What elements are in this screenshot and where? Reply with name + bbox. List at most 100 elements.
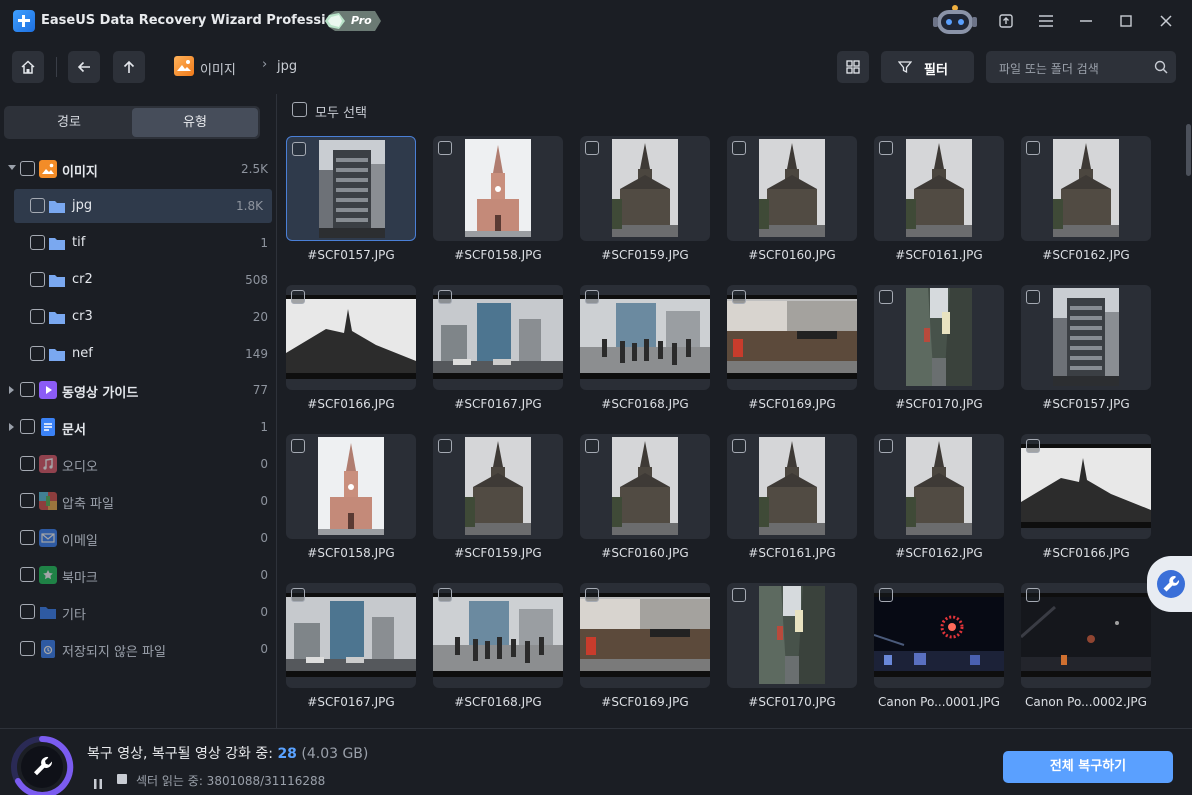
filter-button[interactable]: 필터 bbox=[881, 51, 974, 83]
file-thumbnail[interactable] bbox=[433, 136, 563, 241]
menu-icon[interactable] bbox=[1034, 9, 1058, 33]
file-thumbnail[interactable] bbox=[433, 434, 563, 539]
search-input[interactable]: 파일 또는 폴더 검색 bbox=[986, 51, 1176, 83]
file-thumbnail[interactable] bbox=[1021, 583, 1151, 688]
file-thumbnail[interactable] bbox=[433, 583, 563, 688]
file-thumbnail[interactable] bbox=[1021, 136, 1151, 241]
file-checkbox[interactable] bbox=[438, 290, 452, 304]
sidebar-item-cr3[interactable]: cr3 20 bbox=[0, 300, 277, 334]
file-thumbnail[interactable] bbox=[874, 434, 1004, 539]
maximize-icon[interactable] bbox=[1114, 9, 1138, 33]
item-checkbox[interactable] bbox=[20, 382, 35, 397]
file-thumbnail[interactable] bbox=[580, 583, 710, 688]
item-checkbox[interactable] bbox=[20, 567, 35, 582]
select-all-checkbox[interactable] bbox=[292, 102, 307, 117]
sidebar-item-기타[interactable]: 기타 0 bbox=[0, 595, 277, 629]
tab-type[interactable]: 유형 bbox=[132, 108, 258, 137]
file-thumbnail[interactable] bbox=[874, 136, 1004, 241]
breadcrumb-item-current[interactable]: jpg bbox=[277, 59, 297, 74]
file-thumbnail[interactable] bbox=[286, 285, 416, 390]
file-thumbnail[interactable] bbox=[1021, 434, 1151, 539]
file-checkbox[interactable] bbox=[732, 588, 746, 602]
pause-button[interactable] bbox=[93, 774, 103, 789]
tools-floating-button[interactable] bbox=[1147, 556, 1192, 612]
item-checkbox[interactable] bbox=[30, 272, 45, 287]
file-checkbox[interactable] bbox=[291, 290, 305, 304]
file-checkbox[interactable] bbox=[1026, 290, 1040, 304]
sidebar-item-nef[interactable]: nef 149 bbox=[0, 337, 277, 371]
file-checkbox[interactable] bbox=[585, 141, 599, 155]
sidebar-item-오디오[interactable]: 오디오 0 bbox=[0, 447, 277, 481]
stop-button[interactable] bbox=[117, 774, 127, 784]
recover-all-button[interactable]: 전체 복구하기 bbox=[1003, 751, 1173, 783]
file-checkbox[interactable] bbox=[438, 439, 452, 453]
file-checkbox[interactable] bbox=[1026, 141, 1040, 155]
file-thumbnail[interactable] bbox=[433, 285, 563, 390]
back-button[interactable] bbox=[68, 51, 100, 83]
view-toggle-button[interactable] bbox=[837, 51, 869, 83]
item-checkbox[interactable] bbox=[20, 530, 35, 545]
file-checkbox[interactable] bbox=[732, 141, 746, 155]
item-checkbox[interactable] bbox=[20, 456, 35, 471]
file-checkbox[interactable] bbox=[1026, 439, 1040, 453]
item-checkbox[interactable] bbox=[20, 604, 35, 619]
file-thumbnail[interactable] bbox=[874, 285, 1004, 390]
item-checkbox[interactable] bbox=[30, 235, 45, 250]
file-checkbox[interactable] bbox=[438, 141, 452, 155]
item-checkbox[interactable] bbox=[20, 493, 35, 508]
sidebar-item-압축 파일[interactable]: 압축 파일 0 bbox=[0, 484, 277, 518]
tab-path[interactable]: 경로 bbox=[6, 108, 132, 137]
sidebar-item-북마크[interactable]: 북마크 0 bbox=[0, 558, 277, 592]
item-checkbox[interactable] bbox=[30, 309, 45, 324]
file-thumbnail[interactable] bbox=[874, 583, 1004, 688]
expand-chevron-right-icon[interactable] bbox=[9, 386, 14, 394]
grid-scrollbar[interactable] bbox=[1186, 124, 1191, 176]
sidebar-item-동영상 가이드[interactable]: 동영상 가이드 77 bbox=[0, 373, 277, 407]
sidebar-item-tif[interactable]: tif 1 bbox=[0, 226, 277, 260]
file-thumbnail[interactable] bbox=[580, 136, 710, 241]
expand-chevron-down-icon[interactable] bbox=[8, 165, 16, 170]
sidebar-item-문서[interactable]: 문서 1 bbox=[0, 410, 277, 444]
file-thumbnail[interactable] bbox=[286, 434, 416, 539]
item-checkbox[interactable] bbox=[30, 198, 45, 213]
file-checkbox[interactable] bbox=[585, 439, 599, 453]
file-thumbnail[interactable] bbox=[727, 583, 857, 688]
file-checkbox[interactable] bbox=[732, 439, 746, 453]
item-checkbox[interactable] bbox=[20, 641, 35, 656]
file-checkbox[interactable] bbox=[291, 588, 305, 602]
file-checkbox[interactable] bbox=[438, 588, 452, 602]
breadcrumb-item[interactable]: 이미지 bbox=[200, 59, 236, 78]
file-checkbox[interactable] bbox=[879, 290, 893, 304]
file-checkbox[interactable] bbox=[1026, 588, 1040, 602]
upload-icon[interactable] bbox=[994, 9, 1018, 33]
file-checkbox[interactable] bbox=[585, 290, 599, 304]
file-checkbox[interactable] bbox=[879, 588, 893, 602]
file-checkbox[interactable] bbox=[879, 439, 893, 453]
file-thumbnail[interactable] bbox=[1021, 285, 1151, 390]
file-thumbnail[interactable] bbox=[286, 583, 416, 688]
file-checkbox[interactable] bbox=[732, 290, 746, 304]
file-thumbnail[interactable] bbox=[580, 434, 710, 539]
close-icon[interactable] bbox=[1154, 9, 1178, 33]
sidebar-item-jpg[interactable]: jpg 1.8K bbox=[14, 189, 272, 223]
sidebar-item-저장되지 않은 파일[interactable]: 저장되지 않은 파일 0 bbox=[0, 632, 277, 666]
item-checkbox[interactable] bbox=[20, 419, 35, 434]
item-checkbox[interactable] bbox=[30, 346, 45, 361]
expand-chevron-right-icon[interactable] bbox=[9, 423, 14, 431]
file-thumbnail[interactable] bbox=[286, 136, 416, 241]
sidebar-item-이미지[interactable]: 이미지 2.5K bbox=[0, 152, 277, 186]
home-button[interactable] bbox=[12, 51, 44, 83]
item-checkbox[interactable] bbox=[20, 161, 35, 176]
file-checkbox[interactable] bbox=[879, 141, 893, 155]
assistant-robot-icon[interactable] bbox=[932, 3, 978, 37]
file-checkbox[interactable] bbox=[585, 588, 599, 602]
file-thumbnail[interactable] bbox=[727, 434, 857, 539]
file-thumbnail[interactable] bbox=[727, 136, 857, 241]
file-checkbox[interactable] bbox=[291, 439, 305, 453]
file-thumbnail[interactable] bbox=[727, 285, 857, 390]
up-button[interactable] bbox=[113, 51, 145, 83]
minimize-icon[interactable] bbox=[1074, 9, 1098, 33]
file-checkbox[interactable] bbox=[292, 142, 306, 156]
file-thumbnail[interactable] bbox=[580, 285, 710, 390]
sidebar-item-cr2[interactable]: cr2 508 bbox=[0, 263, 277, 297]
